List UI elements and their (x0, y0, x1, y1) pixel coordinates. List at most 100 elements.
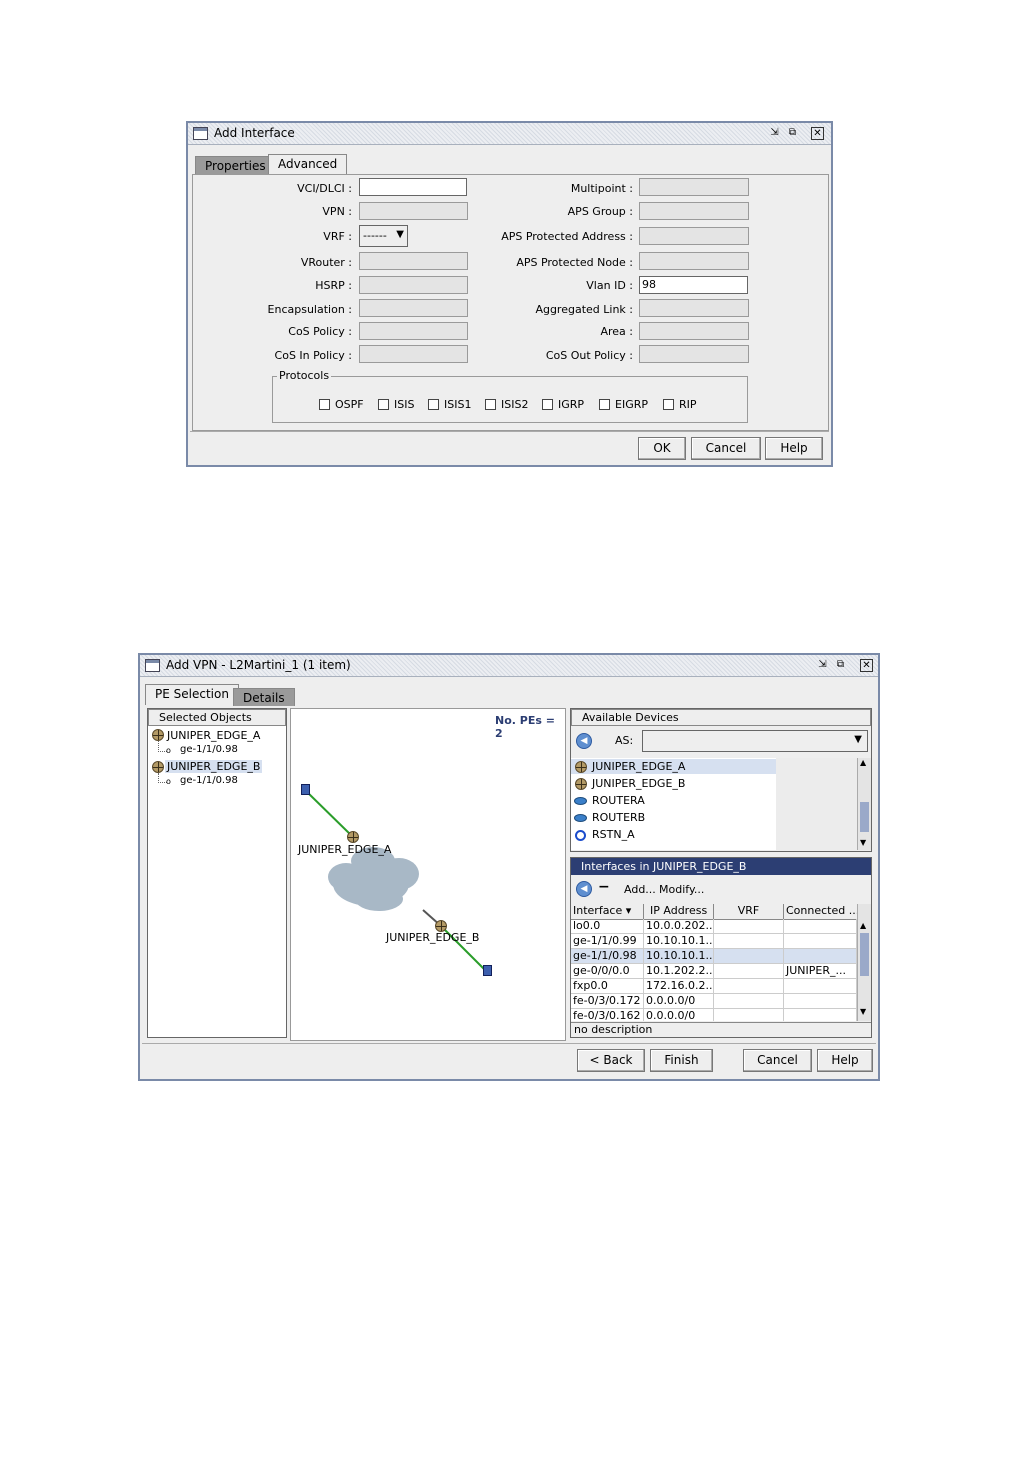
scroll-down-icon[interactable]: ▼ (860, 838, 866, 847)
cancel-button[interactable]: Cancel (743, 1049, 812, 1072)
device-list-scrollbar[interactable]: ▲ ▼ (857, 758, 871, 850)
column-header-vrf[interactable]: VRF (714, 904, 784, 919)
tab-pe-selection[interactable]: PE Selection (145, 684, 239, 705)
host-icon[interactable] (483, 965, 492, 976)
rstn-icon (575, 830, 586, 841)
juniper-router-icon (152, 761, 164, 773)
ok-button[interactable]: OK (638, 437, 686, 460)
table-cell (714, 1009, 784, 1021)
add-interface-title: Add Interface (214, 126, 295, 140)
encapsulation-label: Encapsulation : (267, 303, 352, 316)
scroll-thumb[interactable] (860, 802, 869, 832)
juniper-router-icon[interactable] (347, 831, 359, 843)
aggregated-link-label: Aggregated Link : (535, 303, 633, 316)
vpn-field (359, 202, 468, 220)
scroll-up-icon[interactable]: ▲ (860, 921, 866, 930)
vrf-dropdown[interactable]: ------ ▼ (359, 225, 408, 247)
tree-item-interface-b[interactable]: ge-1/1/0.98 (180, 775, 238, 786)
scroll-thumb[interactable] (860, 933, 869, 976)
add-vpn-dialog: Add VPN - L2Martini_1 (1 item) ⇲ ⧉ ✕ PE … (138, 653, 880, 1081)
minimize-icon[interactable]: ⇲ (768, 127, 781, 140)
add-interface-button[interactable]: Add... (624, 883, 656, 896)
topology-diagram (304, 789, 487, 972)
table-row[interactable]: ge-1/1/0.99 10.10.10.1... (571, 934, 857, 949)
table-cell (784, 949, 857, 964)
table-cell: fxp0.0 (571, 979, 644, 994)
igrp-checkbox[interactable] (542, 399, 553, 410)
table-cell (714, 964, 784, 979)
tree-item-interface-a[interactable]: ge-1/1/0.98 (180, 744, 238, 755)
cos-in-policy-label: CoS In Policy : (274, 349, 352, 362)
vrf-dropdown-value: ------ (363, 229, 387, 242)
tab-details[interactable]: Details (233, 688, 295, 706)
eigrp-checkbox[interactable] (599, 399, 610, 410)
column-header-ip-address[interactable]: IP Address (644, 904, 714, 919)
table-row[interactable]: lo0.0 10.0.0.202... (571, 919, 857, 934)
table-cell (784, 1009, 857, 1021)
add-interface-titlebar[interactable]: Add Interface ⇲ ⧉ ✕ (188, 123, 831, 145)
device-item-routerb[interactable]: ROUTERB (592, 811, 645, 824)
modify-interface-button[interactable]: Modify... (659, 883, 704, 896)
table-cell (714, 919, 784, 934)
maximize-icon[interactable]: ⧉ (834, 659, 847, 672)
table-cell: 10.0.0.202... (646, 919, 714, 934)
tree-item-juniper-edge-b[interactable]: JUNIPER_EDGE_B (165, 760, 263, 773)
selected-objects-header: Selected Objects (148, 709, 286, 726)
close-icon[interactable]: ✕ (811, 127, 824, 140)
tab-advanced[interactable]: Advanced (268, 154, 348, 175)
finish-button[interactable]: Finish (650, 1049, 713, 1072)
hsrp-label: HSRP : (315, 279, 352, 292)
maximize-icon[interactable]: ⧉ (786, 127, 799, 140)
ospf-checkbox[interactable] (319, 399, 330, 410)
back-button[interactable]: < Back (577, 1049, 645, 1072)
host-icon[interactable] (301, 784, 310, 795)
column-header-connected[interactable]: Connected ... (784, 904, 857, 919)
close-icon[interactable]: ✕ (860, 659, 873, 672)
back-arrow-icon[interactable]: ◀ (576, 733, 592, 749)
table-row[interactable]: ge-1/1/0.98 10.10.10.1... (571, 949, 857, 964)
add-vpn-titlebar[interactable]: Add VPN - L2Martini_1 (1 item) ⇲ ⧉ ✕ (140, 655, 878, 677)
scroll-up-icon[interactable]: ▲ (860, 758, 866, 767)
table-row[interactable]: ge-0/0/0.0 10.1.202.2... JUNIPER_... (571, 964, 857, 979)
back-arrow-icon[interactable]: ◀ (576, 881, 592, 897)
isis2-checkbox[interactable] (485, 399, 496, 410)
hsrp-field (359, 276, 468, 294)
isis-checkbox[interactable] (378, 399, 389, 410)
device-item-routera[interactable]: ROUTERA (592, 794, 645, 807)
interfaces-table[interactable]: Interface ▾ IP Address VRF Connected ...… (571, 904, 857, 1021)
minimize-icon[interactable]: ⇲ (816, 659, 829, 672)
interfaces-scrollbar[interactable]: ▲ ▼ (857, 904, 871, 1021)
isis1-checkbox[interactable] (428, 399, 439, 410)
table-cell (784, 979, 857, 994)
table-row[interactable]: fe-0/3/0.162 0.0.0.0/0 (571, 1009, 857, 1021)
device-item-juniper-edge-b[interactable]: JUNIPER_EDGE_B (592, 777, 685, 790)
device-item-juniper-edge-a[interactable]: JUNIPER_EDGE_A (592, 760, 685, 773)
router-icon (574, 814, 587, 822)
encapsulation-field (359, 299, 468, 317)
vlan-id-field[interactable]: 98 (639, 276, 748, 294)
add-interface-dialog: Add Interface ⇲ ⧉ ✕ Properties Advanced … (186, 121, 833, 467)
isis1-label: ISIS1 (444, 398, 472, 411)
scroll-down-icon[interactable]: ▼ (860, 1007, 866, 1016)
table-cell: lo0.0 (571, 919, 644, 934)
cos-policy-label: CoS Policy : (288, 325, 352, 338)
help-button[interactable]: Help (765, 437, 823, 460)
rip-checkbox[interactable] (663, 399, 674, 410)
tab-properties[interactable]: Properties (195, 156, 276, 174)
table-row[interactable]: fxp0.0 172.16.0.2... (571, 979, 857, 994)
cancel-button[interactable]: Cancel (691, 437, 761, 460)
column-header-interface[interactable]: Interface ▾ (571, 904, 644, 919)
tree-item-juniper-edge-a[interactable]: JUNIPER_EDGE_A (167, 729, 260, 742)
vci-dlci-field[interactable] (359, 178, 467, 196)
area-label: Area : (600, 325, 633, 338)
topology-canvas[interactable]: No. PEs = 2 JUNIPER_EDGE_A JUNIPER_EDGE_… (290, 708, 566, 1041)
table-cell: 172.16.0.2... (646, 979, 714, 994)
device-item-rstn-a[interactable]: RSTN_A (592, 828, 635, 841)
device-list[interactable]: JUNIPER_EDGE_A JUNIPER_EDGE_B ROUTERA RO… (571, 758, 857, 850)
table-row[interactable]: fe-0/3/0.172 0.0.0.0/0 (571, 994, 857, 1009)
remove-interface-icon[interactable]: − (598, 879, 610, 895)
network-cloud (328, 847, 419, 911)
eigrp-label: EIGRP (615, 398, 648, 411)
as-dropdown[interactable]: ▼ (642, 730, 868, 752)
help-button[interactable]: Help (817, 1049, 873, 1072)
